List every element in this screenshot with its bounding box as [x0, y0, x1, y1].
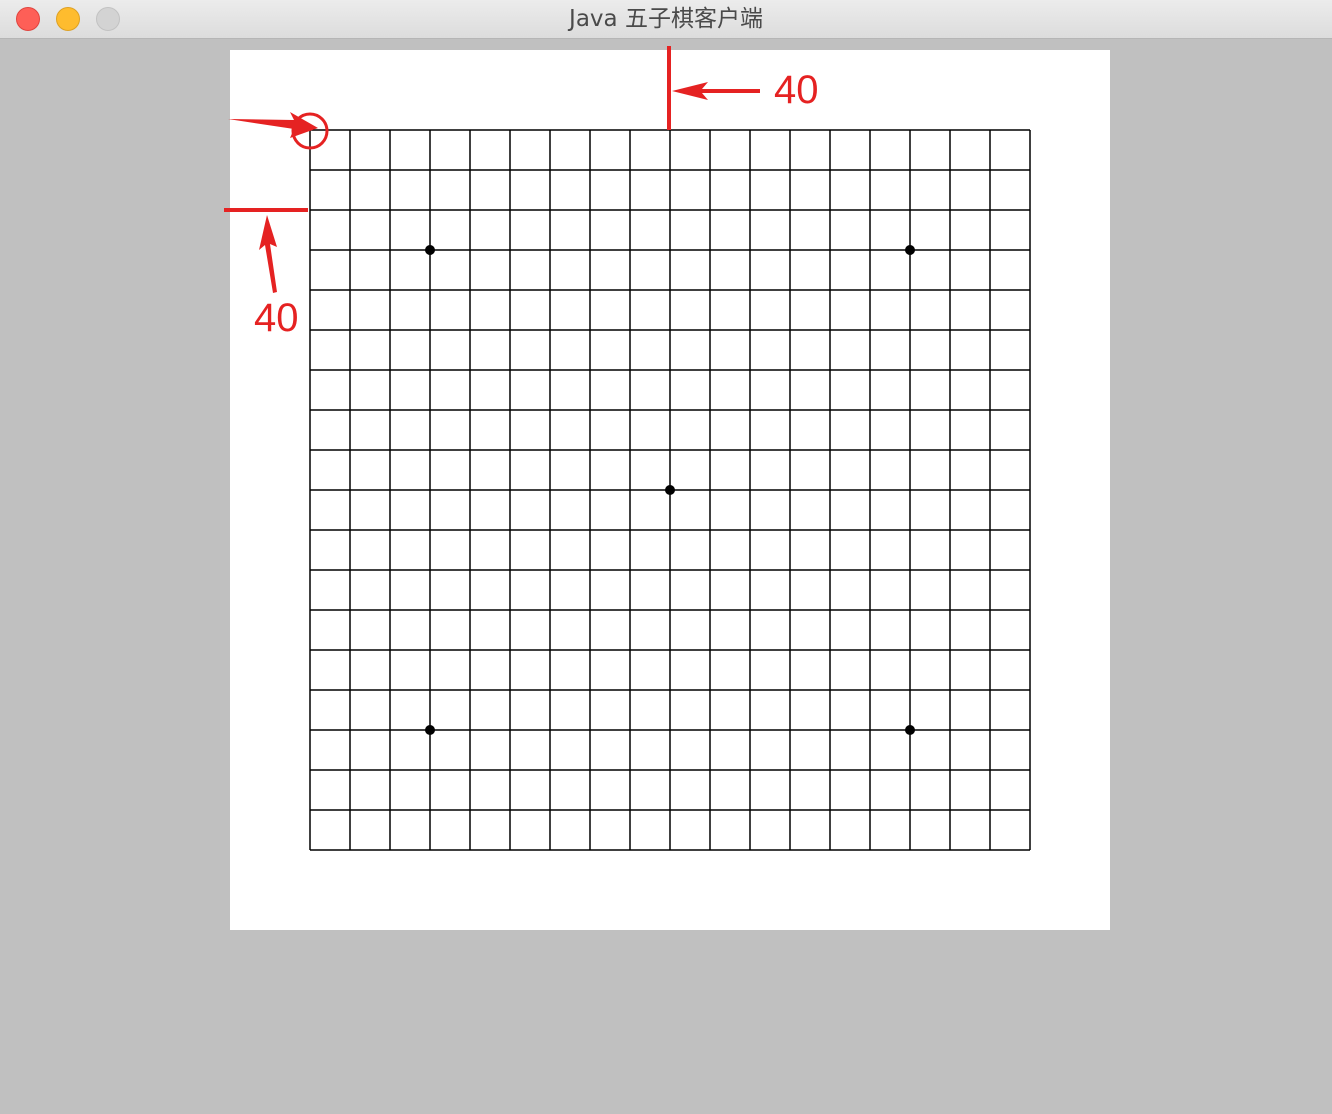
gomoku-board[interactable]	[230, 50, 1110, 930]
title-bar[interactable]: Java 五子棋客户端	[0, 0, 1332, 39]
left-margin-label: 40	[254, 296, 299, 340]
app-window: Java 五子棋客户端 40 40	[0, 0, 1332, 1114]
star-point	[905, 725, 915, 735]
star-point	[665, 485, 675, 495]
top-margin-label: 40	[774, 68, 819, 112]
window-title: Java 五子棋客户端	[569, 6, 763, 32]
board-panel[interactable]	[230, 50, 1110, 930]
star-point	[425, 245, 435, 255]
star-point	[425, 725, 435, 735]
star-point	[905, 245, 915, 255]
